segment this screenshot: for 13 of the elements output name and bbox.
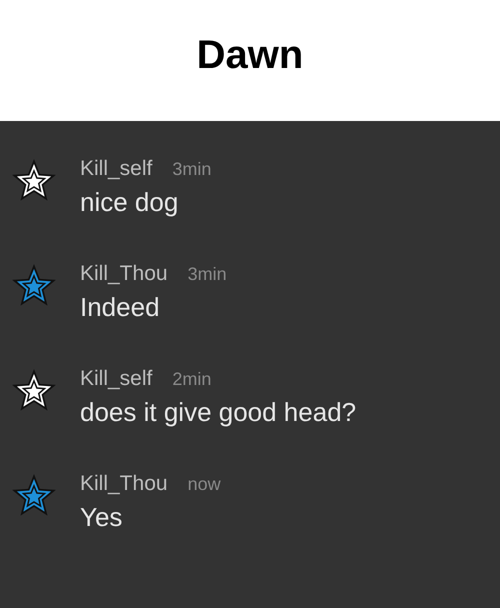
message-text: nice dog [80,187,180,218]
timestamp: 2min [172,369,212,390]
timestamp: 3min [172,159,212,180]
meme-title: Dawn [196,33,304,78]
username: Kill_Thou [80,262,168,286]
message-text: does it give good head? [80,397,356,428]
timestamp: 3min [188,264,227,285]
username: Kill_self [80,367,152,391]
timestamp: now [188,474,221,495]
message-text: Indeed [80,292,161,323]
message-text: Yes [80,502,124,533]
username: Kill_Thou [80,472,168,496]
username: Kill_self [80,157,152,181]
